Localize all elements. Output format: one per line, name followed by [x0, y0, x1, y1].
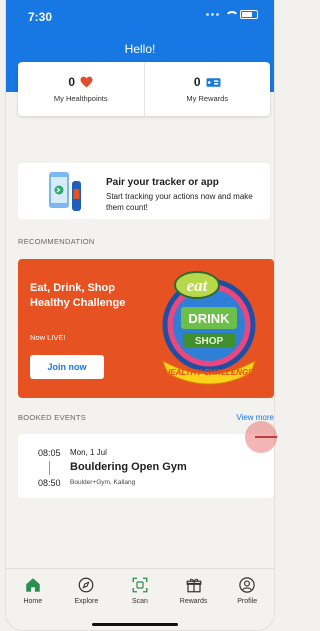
status-bar: 7:30: [6, 0, 274, 30]
logo-word-eat: eat: [187, 276, 209, 295]
signal-icon: [206, 10, 220, 18]
nav-rewards-label: Rewards: [179, 598, 208, 605]
challenge-title: Eat, Drink, Shop Healthy Challenge: [30, 282, 126, 309]
challenge-subtitle: Now LIVE!: [30, 333, 66, 342]
app-screen: 7:30 Hello! 0 My Healthpoints 0 My Rewar…: [6, 0, 274, 631]
bottom-navigation: Home Explore Scan Rewards Profile: [6, 568, 274, 616]
booked-events-section-label: BOOKED EVENTS: [18, 413, 87, 422]
nav-profile-label: Profile: [237, 598, 258, 605]
booked-events-header: BOOKED EVENTS View more: [18, 413, 274, 427]
event-time-divider: [49, 461, 50, 475]
status-icons: [206, 9, 258, 19]
nav-explore[interactable]: Explore: [60, 569, 114, 616]
pair-tracker-title: Pair your tracker or app: [106, 177, 219, 188]
healthpoints-stat[interactable]: 0 My Healthpoints: [18, 62, 144, 116]
join-now-button[interactable]: Join now: [30, 355, 104, 379]
event-start-time: 08:05: [38, 448, 61, 458]
nav-scan[interactable]: Scan: [113, 569, 167, 616]
scan-icon: [132, 577, 148, 593]
view-more-link[interactable]: View more: [236, 413, 274, 422]
greeting-title: Hello!: [124, 42, 156, 56]
event-title: Bouldering Open Gym: [70, 461, 187, 473]
gift-icon: [186, 578, 201, 593]
status-time: 7:30: [28, 10, 53, 24]
nav-home[interactable]: Home: [6, 569, 60, 616]
healthpoints-label: My Healthpoints: [53, 94, 108, 103]
logo-word-shop: SHOP: [195, 336, 224, 347]
heart-icon: [80, 76, 93, 88]
logo-banner-text: HEALTHY CHALLENGE: [164, 368, 254, 377]
event-date: Mon, 1 Jul: [70, 448, 107, 457]
stats-card: 0 My Healthpoints 0 My Rewards: [18, 62, 270, 116]
healthpoints-value: 0: [68, 75, 76, 89]
home-icon: [26, 578, 40, 592]
nav-explore-label: Explore: [74, 598, 99, 605]
recommendation-section-label: RECOMMENDATION: [18, 237, 95, 246]
event-location: Boulder+Gym, Kallang: [70, 479, 136, 486]
rewards-label: My Rewards: [186, 94, 229, 103]
logo-word-drink: DRINK: [188, 311, 230, 326]
nav-scan-label: Scan: [132, 598, 148, 605]
nav-rewards[interactable]: Rewards: [167, 569, 221, 616]
compass-icon: [79, 577, 94, 593]
event-end-time: 08:50: [38, 478, 61, 488]
rewards-value: 0: [193, 75, 201, 89]
home-indicator: [92, 623, 178, 626]
ticket-icon: [206, 77, 221, 87]
rewards-stat[interactable]: 0 My Rewards: [143, 62, 271, 116]
nav-home-label: Home: [23, 598, 43, 605]
booked-event-card[interactable]: 08:05 Mon, 1 Jul Bouldering Open Gym 08:…: [18, 434, 274, 498]
pair-tracker-card[interactable]: Pair your tracker or app Start tracking …: [18, 163, 270, 219]
battery-icon: [240, 9, 258, 19]
wifi-icon: [224, 9, 239, 19]
nav-profile[interactable]: Profile: [220, 569, 274, 616]
profile-icon: [239, 577, 255, 593]
tracker-illustration-icon: [49, 172, 81, 211]
touch-indicator: [245, 421, 277, 453]
healthy-challenge-logo-icon: eat DRINK SHOP HEALTHY CHALLENGE: [162, 271, 256, 385]
challenge-banner[interactable]: Eat, Drink, Shop Healthy Challenge Now L…: [18, 259, 274, 398]
pair-tracker-description: Start tracking your actions now and make…: [106, 192, 253, 212]
